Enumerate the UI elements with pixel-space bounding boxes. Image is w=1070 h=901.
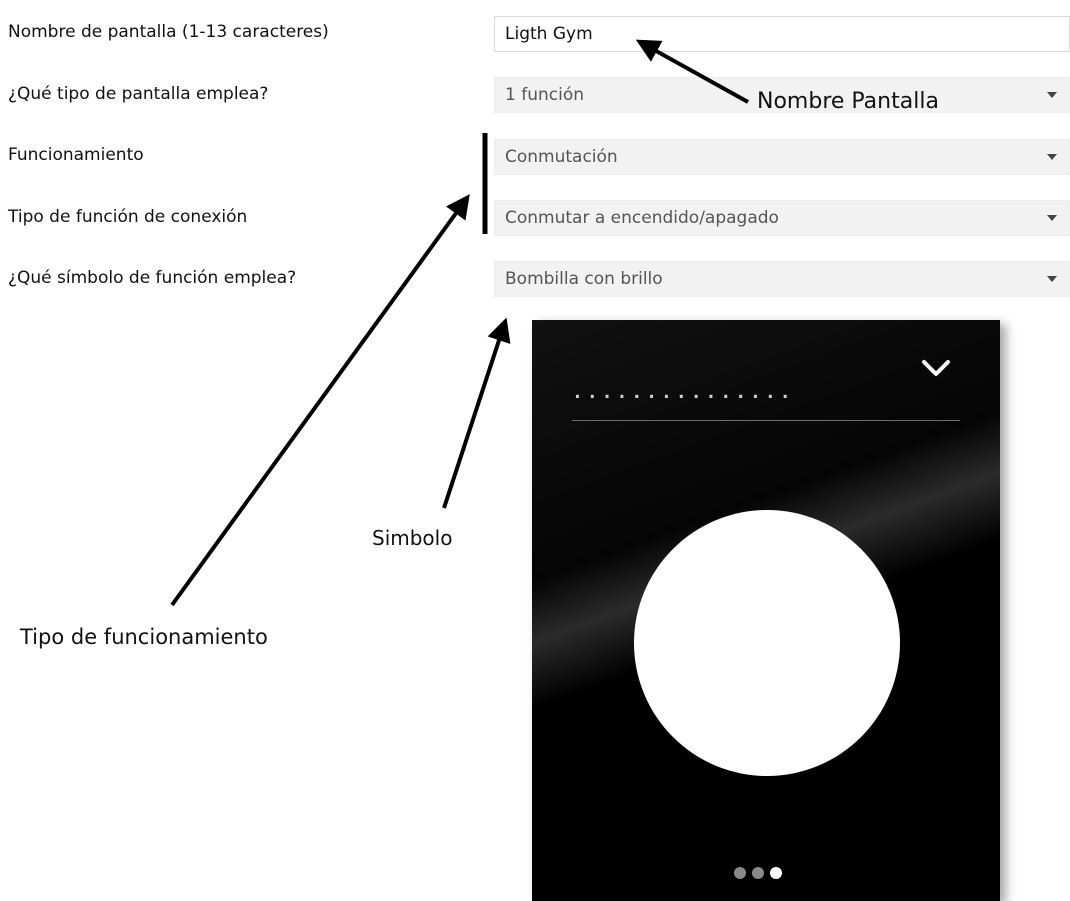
- operation-value: Conmutación: [505, 147, 618, 167]
- label-screen-type: ¿Qué tipo de pantalla emplea?: [8, 84, 269, 104]
- screen-name-input[interactable]: Ligth Gym: [494, 16, 1070, 52]
- dropdown-arrow-icon: [1047, 215, 1057, 221]
- dropdown-arrow-icon: [1047, 92, 1057, 98]
- annotation-simbolo: Simbolo: [372, 526, 453, 550]
- function-symbol-select[interactable]: Bombilla con brillo: [494, 261, 1070, 297]
- arrow-simbolo: [442, 317, 511, 509]
- label-screen-name: Nombre de pantalla (1-13 caracteres): [8, 22, 329, 42]
- device-screen-preview: ...............: [532, 320, 1000, 901]
- label-function-symbol: ¿Qué símbolo de función emplea?: [8, 268, 297, 288]
- connection-function-type-value: Conmutar a encendido/apagado: [505, 208, 779, 228]
- page-dot-active: [770, 867, 782, 879]
- function-symbol-value: Bombilla con brillo: [505, 269, 663, 289]
- chevron-down-icon: [922, 360, 950, 376]
- dropdown-arrow-icon: [1047, 276, 1057, 282]
- divider: [572, 420, 960, 421]
- operation-select[interactable]: Conmutación: [494, 139, 1070, 175]
- screen-type-value: 1 función: [505, 85, 584, 105]
- page-dot: [752, 867, 764, 879]
- label-operation: Funcionamiento: [8, 145, 144, 165]
- page-dot: [734, 867, 746, 879]
- screen-name-value: Ligth Gym: [505, 24, 593, 44]
- screen-name-placeholder: ...............: [572, 382, 795, 403]
- page-indicator: [734, 864, 788, 879]
- label-connection-function-type: Tipo de función de conexión: [8, 207, 248, 227]
- connection-function-type-select[interactable]: Conmutar a encendido/apagado: [494, 200, 1070, 236]
- annotation-nombre-pantalla: Nombre Pantalla: [757, 89, 939, 114]
- dropdown-arrow-icon: [1047, 154, 1057, 160]
- annotation-tipo-funcionamiento: Tipo de funcionamiento: [20, 625, 268, 649]
- light-bulb-symbol-icon: [634, 510, 900, 776]
